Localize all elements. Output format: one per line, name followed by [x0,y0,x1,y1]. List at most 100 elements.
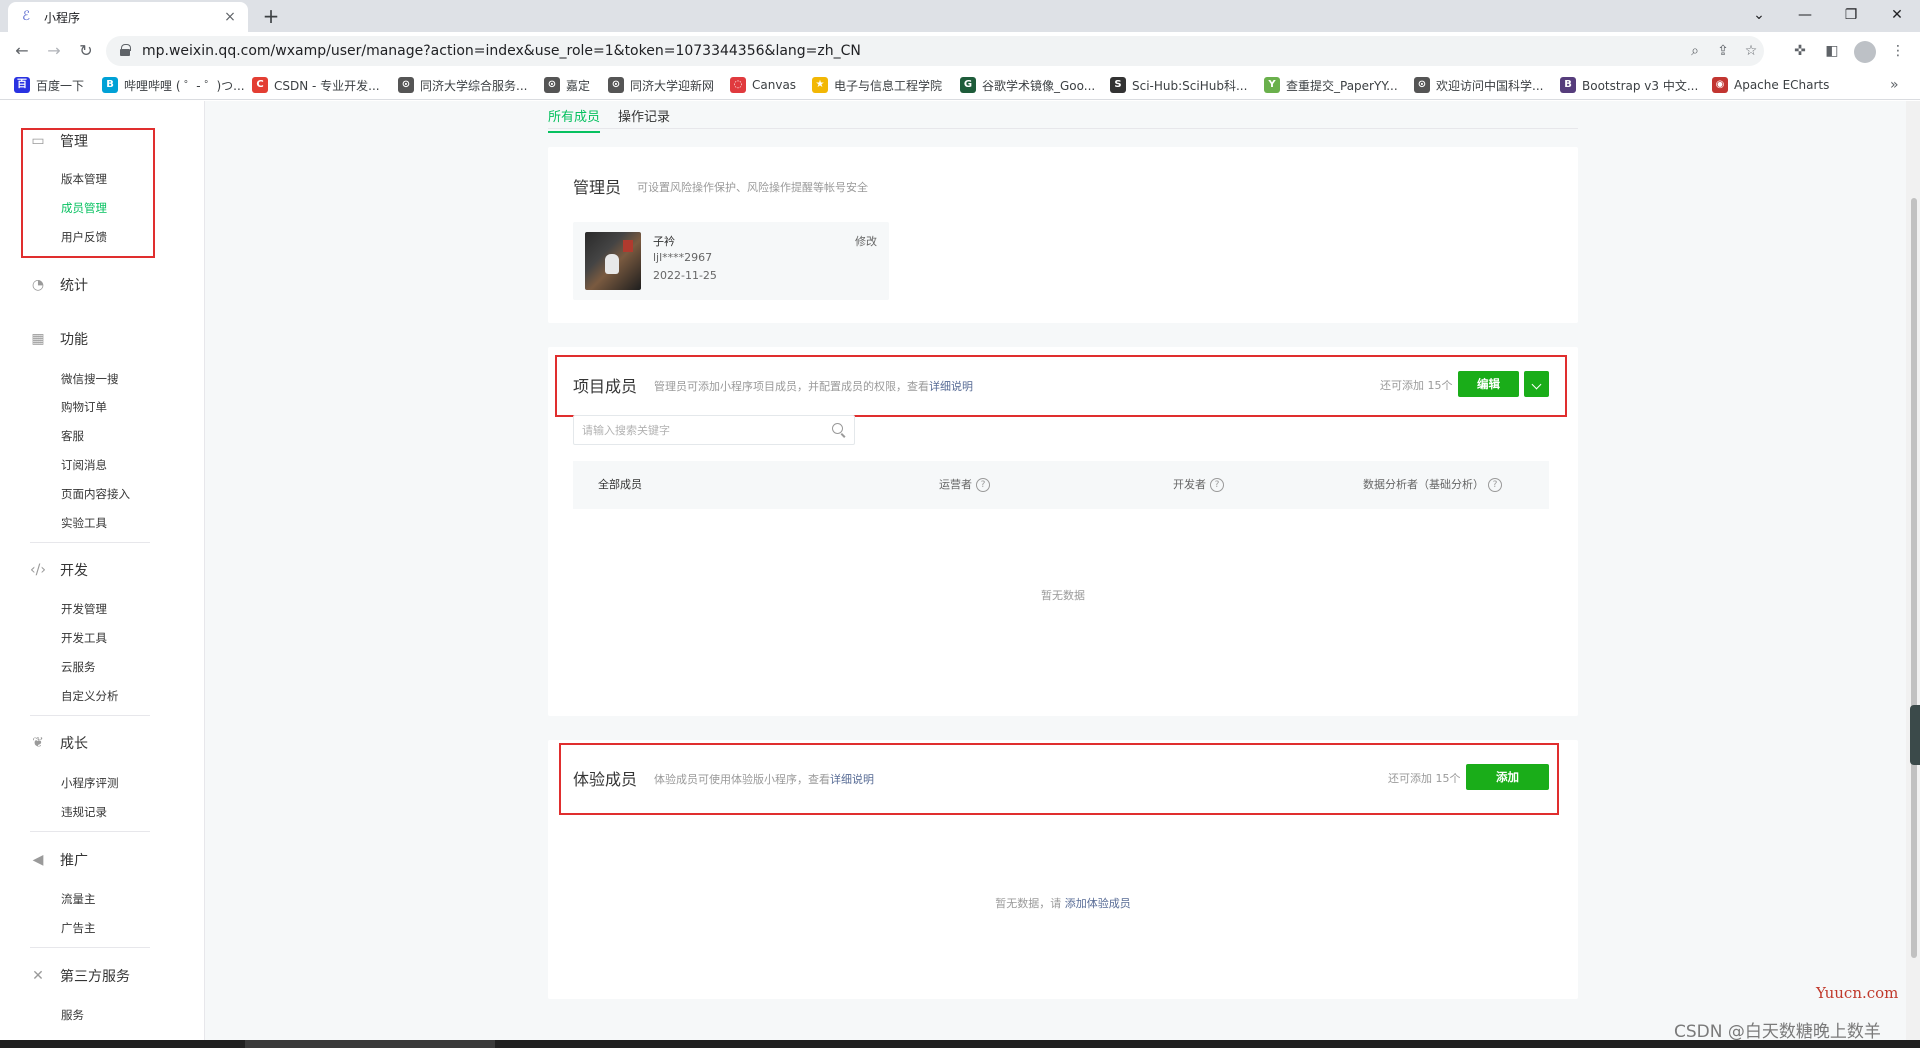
watermark-author: CSDN @白天数糖晚上数羊 [1674,1022,1881,1042]
back-icon[interactable]: ← [10,39,34,63]
admin-date: 2022-11-25 [653,269,717,282]
bookmark-star-icon[interactable]: ☆ [1742,42,1760,60]
nav-item-dev-manage[interactable]: 开发管理 [61,600,107,618]
help-icon[interactable]: ? [976,478,990,492]
sprout-icon: ❦ [32,735,44,751]
nav-item-subscribe-messages[interactable]: 订阅消息 [61,456,107,474]
zoom-icon[interactable]: ⌕ [1686,42,1704,60]
side-panel-icon[interactable]: ◧ [1822,41,1842,61]
nav-group-growth[interactable]: ❦ 成长 [30,733,88,753]
bootstrap-icon: B [1560,77,1576,93]
help-icon[interactable]: ? [1210,478,1224,492]
column-all-members[interactable]: 全部成员 [598,461,642,509]
admin-edit-link[interactable]: 修改 [855,233,877,249]
bookmark-item[interactable]: ⊙ 同济大学迎新网 [608,70,714,100]
bookmark-item[interactable]: ◌ Canvas [730,70,796,100]
star-icon: ★ [812,77,828,93]
nav-item-experiment-tools[interactable]: 实验工具 [61,514,107,532]
nav-group-promotion[interactable]: ◀ 推广 [30,850,88,870]
highlight-box [21,128,155,258]
bookmark-item[interactable]: B 哔哩哔哩 ( ゜- ゜)つ... [102,70,245,100]
forward-icon[interactable]: → [42,39,66,63]
address-url[interactable]: mp.weixin.qq.com/wxamp/user/manage?actio… [142,36,861,66]
address-bar[interactable]: mp.weixin.qq.com/wxamp/user/manage?actio… [106,36,1764,66]
project-members-card: 项目成员 管理员可添加小程序项目成员，并配置成员的权限，查看详细说明 还可添加 … [548,347,1578,716]
minimize-icon[interactable]: — [1782,0,1828,32]
globe-icon: ⊙ [544,77,560,93]
bookmark-item[interactable]: ⊙ 嘉定 [544,70,590,100]
scrollbar-thumb[interactable] [1911,198,1917,958]
page: ▭ 管理 版本管理 成员管理 用户反馈 ◔ 统计 ▦ 功能 微信搜一搜 购物订单 客服… [0,101,1920,1040]
highlight-box [559,743,1559,815]
bilibili-icon: B [102,77,118,93]
bookmarks-overflow-icon[interactable]: » [1890,70,1899,100]
profile-avatar[interactable] [1854,41,1876,63]
bookmark-item[interactable]: C CSDN - 专业开发... [252,70,380,100]
admin-name: 子衿 [653,235,675,248]
lock-icon [120,44,131,56]
nav-item-evaluation[interactable]: 小程序评测 [61,774,119,792]
highlight-box [555,355,1567,417]
admin-account: ljl****2967 [653,251,713,264]
nav-item-dev-tools[interactable]: 开发工具 [61,629,107,647]
pie-chart-icon: ◔ [31,277,45,293]
tab-search-icon[interactable]: ⌄ [1736,0,1782,32]
nav-group-third-party[interactable]: ✕ 第三方服务 [30,966,130,986]
bookmark-item[interactable]: ⊙ 欢迎访问中国科学... [1414,70,1543,100]
third-party-icon: ✕ [32,968,44,984]
nav-item-cloud-service[interactable]: 云服务 [61,658,96,676]
nav-item-shopping-orders[interactable]: 购物订单 [61,398,107,416]
bookmarks-bar: 百百度一下 B 哔哩哔哩 ( ゜- ゜)つ... C CSDN - 专业开发... … [0,70,1920,100]
column-operator: 运营者? [939,461,990,509]
search-icon[interactable] [832,423,846,437]
side-panel-handle[interactable] [1910,705,1920,765]
extensions-icon[interactable]: ✜ [1790,41,1810,61]
nav-divider [30,715,150,716]
members-table-header: 全部成员 运营者? 开发者? 数据分析者（基础分析）? [573,461,1549,509]
bookmark-item[interactable]: Y 查重提交_PaperYY... [1264,70,1398,100]
nav-item-customer-service[interactable]: 客服 [61,427,84,445]
csdn-icon: C [252,77,268,93]
bookmark-item[interactable]: ◉ Apache ECharts [1712,70,1829,100]
grid-icon: ▦ [31,331,45,347]
nav-item-service[interactable]: 服务 [61,1006,84,1024]
browser-tab[interactable]: ℰ 小程序 × [8,2,248,32]
echarts-icon: ◉ [1712,77,1728,93]
code-icon: ‹/› [30,562,46,578]
bookmark-item[interactable]: S Sci-Hub:SciHub科... [1110,70,1247,100]
paperyy-icon: Y [1264,77,1280,93]
member-search-input[interactable] [582,416,812,444]
nav-item-page-content[interactable]: 页面内容接入 [61,485,130,503]
nav-item-violations[interactable]: 违规记录 [61,803,107,821]
nav-item-custom-analysis[interactable]: 自定义分析 [61,687,119,705]
nav-divider [30,947,150,948]
tab-operation-log[interactable]: 操作记录 [618,106,670,125]
close-window-icon[interactable]: ✕ [1874,0,1920,32]
nav-item-advertiser[interactable]: 广告主 [61,919,96,937]
bookmark-item[interactable]: ★ 电子与信息工程学院 [812,70,942,100]
tab-all-members[interactable]: 所有成员 [548,106,601,133]
reload-icon[interactable]: ↻ [74,39,98,63]
nav-group-features[interactable]: ▦ 功能 [30,329,88,349]
bookmark-item[interactable]: B Bootstrap v3 中文... [1560,70,1698,100]
admin-info: 子衿 ljl****2967 2022-11-25 修改 [573,222,889,300]
admin-title: 管理员 [573,178,622,197]
megaphone-icon: ◀ [32,852,44,868]
nav-group-develop[interactable]: ‹/› 开发 [30,560,88,580]
new-tab-button[interactable]: + [258,4,284,30]
restore-icon[interactable]: ❐ [1828,0,1874,32]
tab-close-icon[interactable]: × [222,9,238,25]
bookmark-item[interactable]: G 谷歌学术镜像_Goo... [960,70,1095,100]
help-icon[interactable]: ? [1488,478,1502,492]
member-search[interactable] [573,415,855,445]
nav-item-traffic-owner[interactable]: 流量主 [61,890,96,908]
nav-item-wechat-search[interactable]: 微信搜一搜 [61,370,119,388]
taskbar-item[interactable] [245,1040,495,1048]
bookmark-item[interactable]: 百百度一下 [14,70,84,100]
menu-icon[interactable]: ⋮ [1888,41,1908,61]
bookmark-item[interactable]: ⊙ 同济大学综合服务... [398,70,527,100]
add-experience-member-link[interactable]: 添加体验成员 [1065,897,1131,910]
globe-icon: ⊙ [398,77,414,93]
nav-group-stats[interactable]: ◔ 统计 [30,275,88,295]
share-icon[interactable]: ⇪ [1714,42,1732,60]
